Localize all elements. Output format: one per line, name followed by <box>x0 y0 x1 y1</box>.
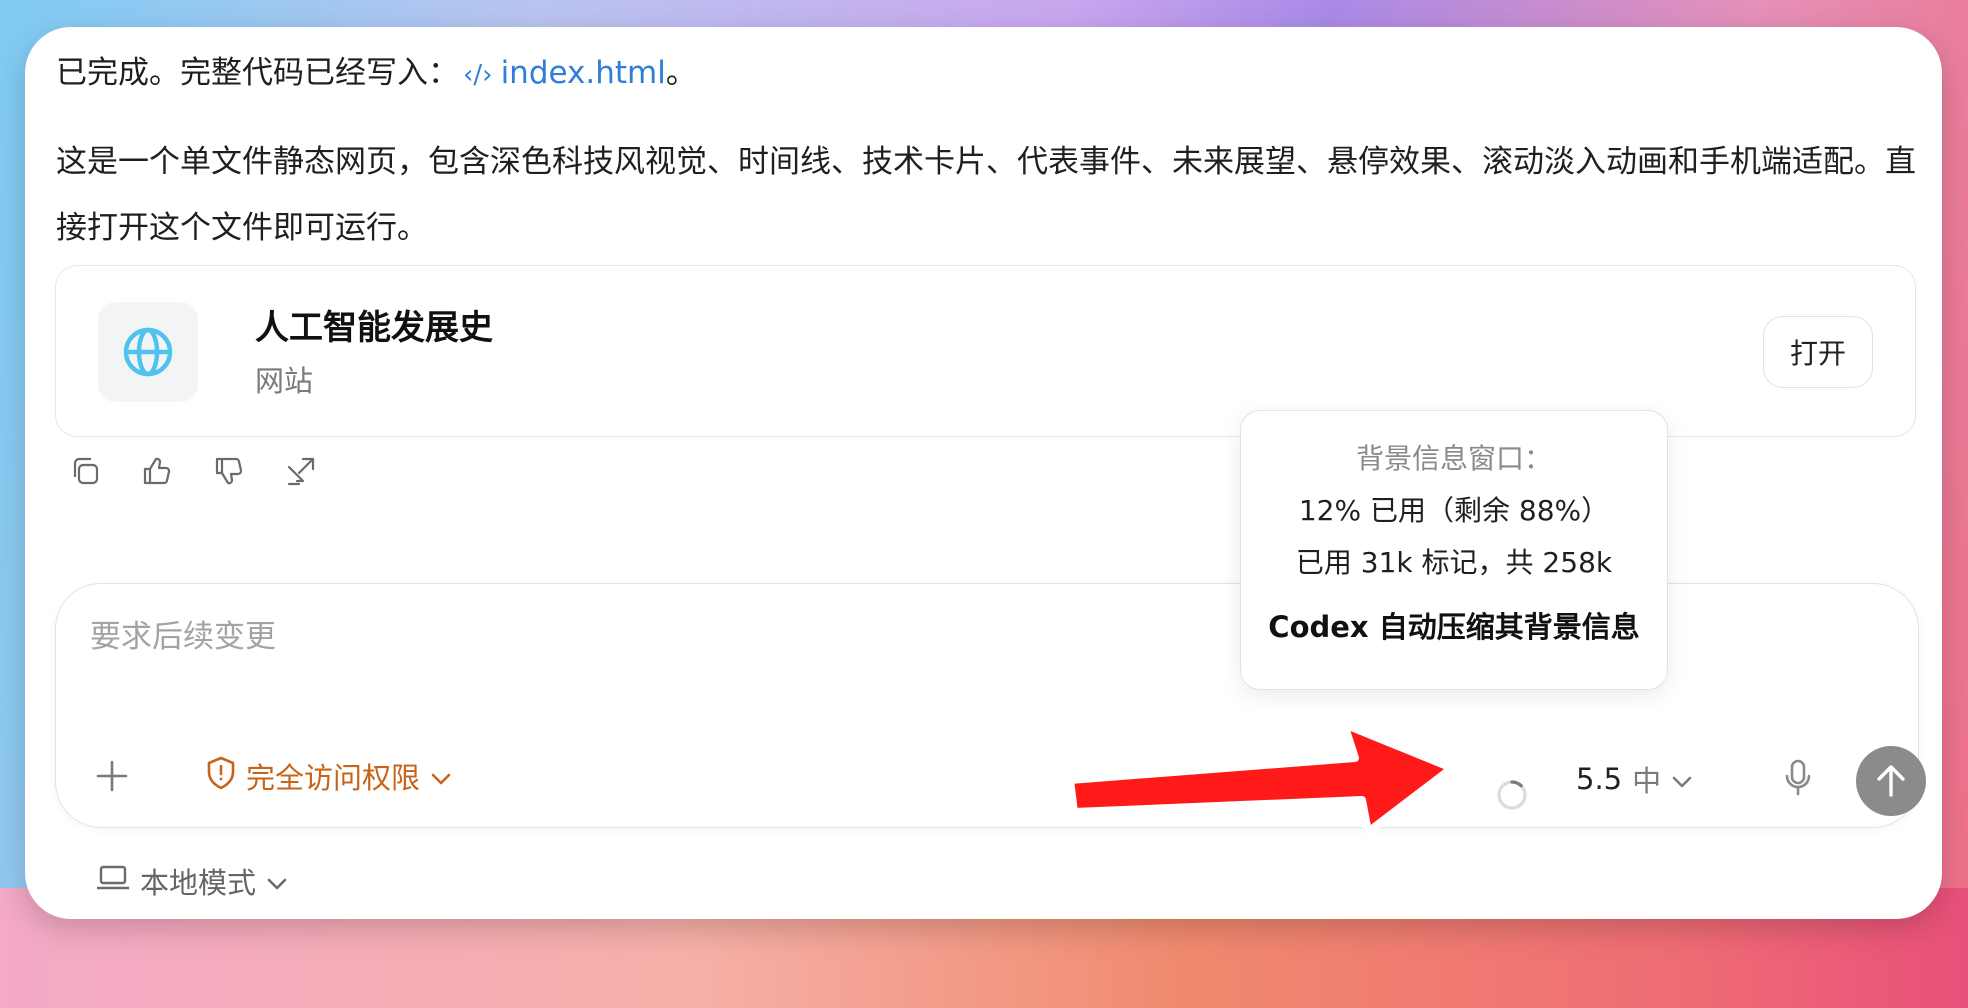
message-suffix: 。 <box>665 55 697 91</box>
shield-alert-icon <box>206 756 236 797</box>
card-title: 人工智能发展史 <box>255 308 493 348</box>
context-usage-ring[interactable] <box>1494 777 1530 813</box>
thumbs-down-icon[interactable] <box>213 455 245 487</box>
open-button[interactable]: 打开 <box>1763 316 1873 388</box>
tooltip-tokens: 已用 31k 标记，共 258k <box>1295 546 1613 579</box>
message-line-2: 这是一个单文件静态网页，包含深色科技风视觉、时间线、技术卡片、代表事件、未来展望… <box>56 144 1916 246</box>
model-label: 5.5 <box>1576 762 1623 796</box>
chevron-down-icon <box>430 759 452 793</box>
card-subtitle: 网站 <box>255 364 314 398</box>
local-mode-label: 本地模式 <box>140 866 257 900</box>
follow-up-input[interactable] <box>90 612 1190 662</box>
tooltip-usage: 12% 已用（剩余 88%） <box>1298 494 1610 527</box>
send-button[interactable] <box>1856 746 1926 816</box>
tooltip-note: Codex 自动压缩其背景信息 <box>1268 610 1640 644</box>
access-label: 完全访问权限 <box>246 761 421 795</box>
tooltip-title: 背景信息窗口： <box>1355 442 1552 475</box>
laptop-icon <box>96 864 130 899</box>
copy-icon[interactable] <box>69 455 101 487</box>
file-link[interactable]: index.html <box>501 55 666 91</box>
microphone-icon[interactable] <box>1778 758 1818 798</box>
message-line-1: 已完成。完整代码已经写入： ‹/› index.html。 <box>56 51 697 97</box>
thumbs-up-icon[interactable] <box>141 455 173 487</box>
model-selector[interactable]: 5.5 中 <box>1576 755 1693 803</box>
arrow-up-icon <box>1877 765 1905 797</box>
effort-label: 中 <box>1632 764 1662 798</box>
share-icon[interactable] <box>285 455 317 487</box>
chevron-down-icon <box>1671 762 1693 796</box>
message-prefix: 已完成。完整代码已经写入： <box>56 55 459 91</box>
local-mode-selector[interactable]: 本地模式 <box>96 860 288 902</box>
access-permission-button[interactable]: 完全访问权限 <box>206 752 452 800</box>
chevron-down-icon <box>266 864 288 898</box>
message-actions <box>69 455 317 499</box>
globe-icon <box>98 302 198 402</box>
add-attachment-button[interactable] <box>88 752 136 800</box>
context-window-tooltip: 背景信息窗口： 12% 已用（剩余 88%） 已用 31k 标记，共 258k … <box>1240 410 1668 690</box>
code-file-icon: ‹/› <box>463 60 493 90</box>
